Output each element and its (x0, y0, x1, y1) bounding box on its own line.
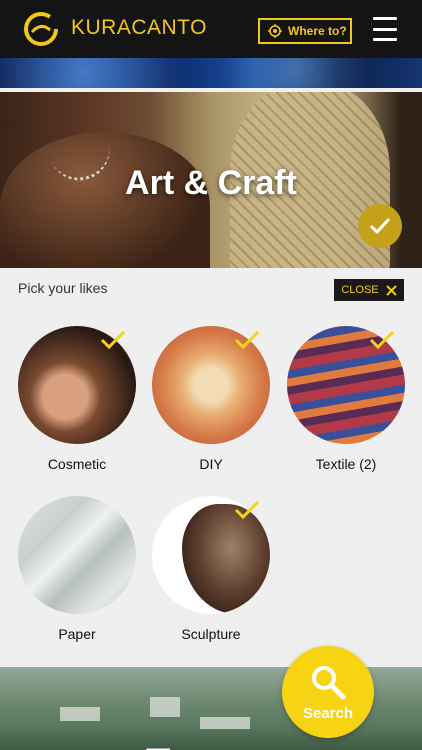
kuracanto-logo-icon[interactable] (22, 10, 60, 48)
pick-likes-prompt: Pick your likes (18, 280, 108, 296)
close-button[interactable]: CLOSE (334, 279, 404, 301)
like-label: DIY (199, 456, 223, 472)
like-label: Paper (58, 626, 96, 642)
selected-check-icon (369, 330, 395, 350)
like-item-sculpture[interactable]: Sculpture (152, 496, 270, 642)
bottom-image-building (60, 707, 100, 721)
paper-image (18, 496, 136, 614)
close-label: CLOSE (341, 284, 379, 296)
where-to-label: Where to? (288, 24, 347, 38)
pick-likes-panel: Pick your likes CLOSE Cosmetic DIY Texti… (0, 268, 422, 667)
selected-check-icon (234, 500, 260, 520)
banner-strip-image (0, 58, 422, 88)
hero-art-craft[interactable]: Art & Craft (0, 92, 422, 268)
like-item-paper[interactable]: Paper (18, 496, 136, 642)
search-icon (312, 665, 346, 699)
checkmark-icon (369, 217, 391, 235)
like-item-cosmetic[interactable]: Cosmetic (18, 326, 136, 472)
where-to-button[interactable]: Where to? (258, 18, 352, 44)
search-label: Search (302, 704, 354, 722)
bottom-image-building (150, 697, 180, 717)
close-icon (385, 284, 397, 296)
selected-check-icon (234, 330, 260, 350)
like-label: Cosmetic (47, 456, 107, 472)
hamburger-menu-icon[interactable] (373, 17, 397, 41)
like-item-diy[interactable]: DIY (152, 326, 270, 472)
brand-name: KURACANTO (71, 16, 207, 39)
bottom-card-title: T (146, 741, 170, 750)
selected-check-icon (100, 330, 126, 350)
hero-selected-check-icon[interactable] (358, 204, 402, 248)
app-header: KURACANTO Where to? (0, 0, 422, 58)
bottom-image-building (200, 717, 250, 729)
hero-title: Art & Craft (125, 164, 297, 202)
like-item-textile[interactable]: Textile (2) (287, 326, 405, 472)
like-label: Sculpture (181, 626, 241, 642)
search-button[interactable]: Search (282, 646, 374, 738)
like-label: Textile (2) (315, 456, 377, 472)
location-target-icon (268, 24, 282, 38)
